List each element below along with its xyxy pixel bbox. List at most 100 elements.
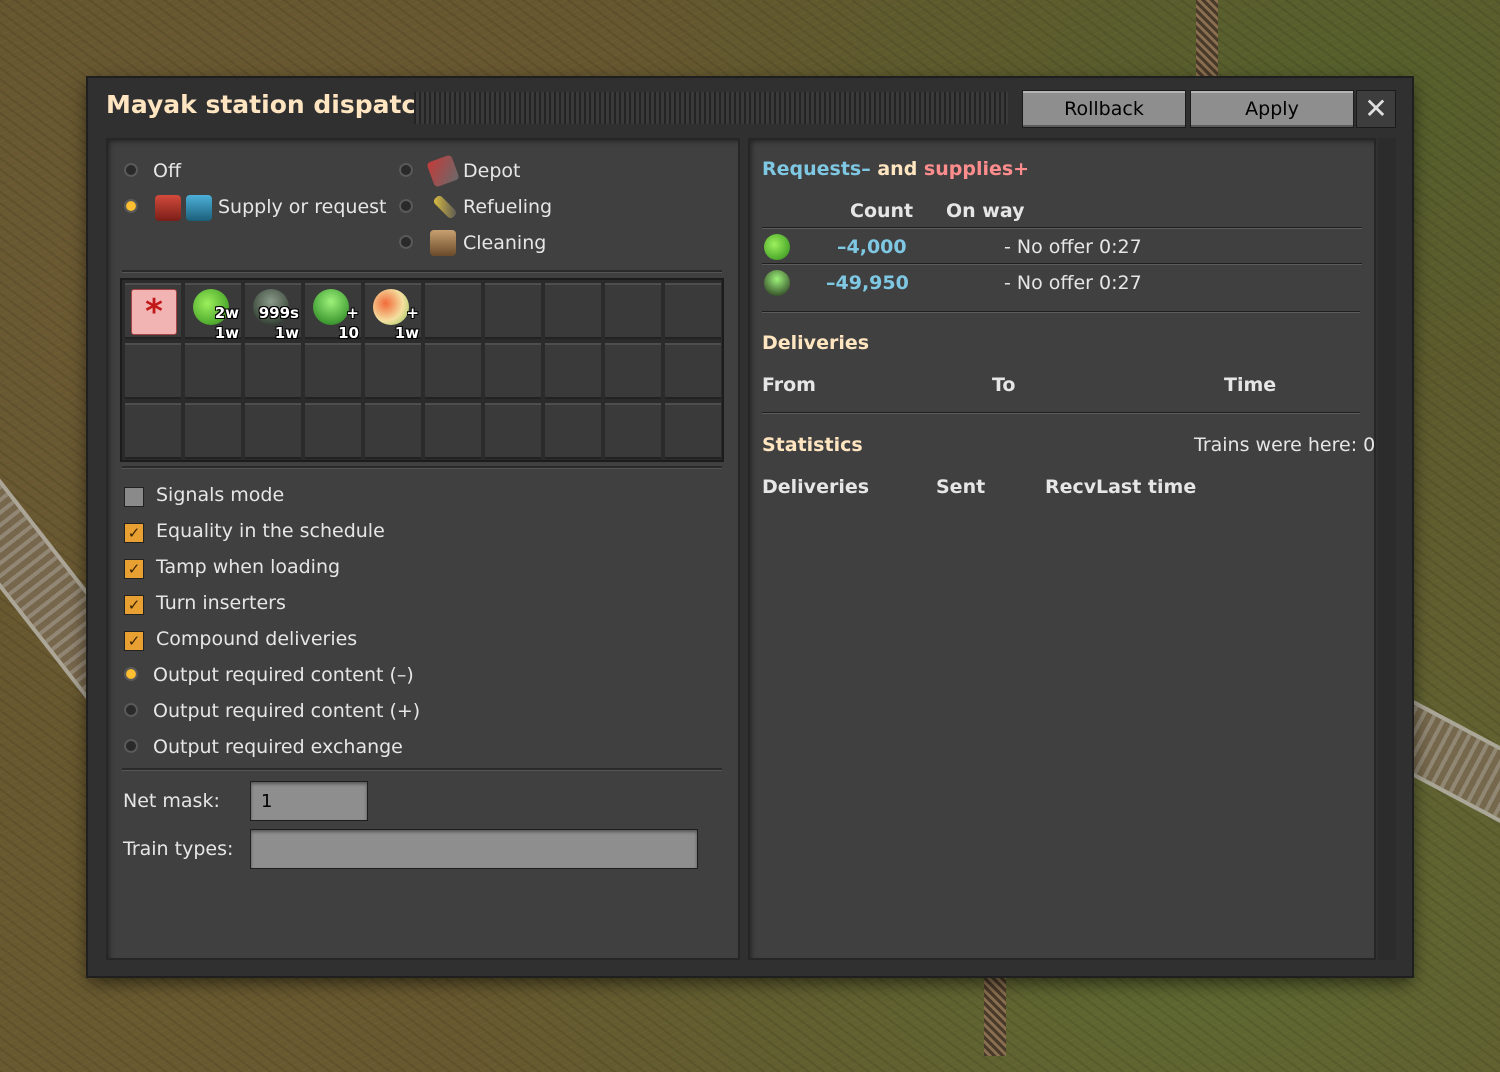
power-pole xyxy=(1196,0,1218,80)
info-panel xyxy=(748,138,1376,960)
supply-chest-icon xyxy=(155,195,181,221)
col-sent: Sent xyxy=(936,476,986,498)
mode-refuel-label: Refueling xyxy=(463,196,553,218)
slot-empty[interactable] xyxy=(485,403,541,459)
net-mask-input[interactable]: 1 xyxy=(250,781,368,821)
slot-empty[interactable] xyxy=(605,403,661,459)
slot-empty[interactable] xyxy=(485,283,541,339)
slot-empty[interactable] xyxy=(665,283,721,339)
train-types-input[interactable] xyxy=(250,829,698,869)
net-mask-label: Net mask: xyxy=(123,790,220,812)
request-onway: - No offer 0:27 xyxy=(1004,236,1142,258)
mode-depot-label: Depot xyxy=(463,160,521,182)
equality-checkbox[interactable]: ✓ xyxy=(124,523,144,543)
compound-label: Compound deliveries xyxy=(156,628,358,650)
output-exchange-label: Output required exchange xyxy=(153,736,403,758)
requests-title-and: and xyxy=(870,158,924,180)
output-plus-label: Output required content (+) xyxy=(153,700,421,722)
slot-bottom-badge: 1w xyxy=(274,324,299,342)
slot-bottom-badge: 10 xyxy=(338,324,359,342)
slot-empty[interactable] xyxy=(305,403,361,459)
slot-top-badge: 2w xyxy=(214,304,239,322)
col-last-time: Last time xyxy=(1096,476,1197,498)
divider xyxy=(122,270,722,273)
barrel-green-icon xyxy=(764,270,790,296)
tamp-checkbox[interactable]: ✓ xyxy=(124,559,144,579)
slot-empty[interactable] xyxy=(605,343,661,399)
slot-empty[interactable] xyxy=(125,403,181,459)
divider xyxy=(762,311,1360,313)
scrollbar[interactable] xyxy=(1378,138,1396,960)
divider xyxy=(122,466,722,469)
slot-4[interactable]: + 10 xyxy=(305,283,361,342)
title-drag-handle[interactable] xyxy=(414,92,1008,124)
mode-supply-label: Supply or request xyxy=(218,196,387,218)
requests-title: Requests– xyxy=(762,158,871,180)
request-count: –49,950 xyxy=(826,272,909,294)
mode-supply-radio[interactable] xyxy=(124,199,138,213)
signals-mode-label: Signals mode xyxy=(156,484,285,506)
slot-empty[interactable] xyxy=(185,403,241,459)
compound-checkbox[interactable]: ✓ xyxy=(124,631,144,651)
mode-depot-radio[interactable] xyxy=(399,163,413,177)
slot-top-badge: + xyxy=(346,304,359,322)
col-onway: On way xyxy=(946,200,1025,222)
output-minus-radio[interactable] xyxy=(124,667,138,681)
mode-off-radio[interactable] xyxy=(124,163,138,177)
close-icon[interactable]: ✕ xyxy=(1356,90,1396,128)
slot-empty[interactable] xyxy=(665,343,721,399)
signals-mode-checkbox[interactable] xyxy=(124,487,144,507)
request-count: –4,000 xyxy=(837,236,907,258)
turn-inserters-label: Turn inserters xyxy=(156,592,286,614)
deliveries-title: Deliveries xyxy=(762,332,870,354)
train-types-label: Train types: xyxy=(123,838,234,860)
power-pole xyxy=(984,976,1006,1056)
slot-empty[interactable] xyxy=(545,403,601,459)
slot-3[interactable]: 999s 1w xyxy=(245,283,301,342)
slot-empty[interactable] xyxy=(605,283,661,339)
green-ore-icon xyxy=(764,234,790,260)
slot-empty[interactable] xyxy=(425,343,481,399)
slot-bottom-badge: 1w xyxy=(214,324,239,342)
col-to: To xyxy=(992,374,1016,396)
rollback-button[interactable]: Rollback xyxy=(1022,90,1186,128)
mode-clean-radio[interactable] xyxy=(399,235,413,249)
mode-refuel-radio[interactable] xyxy=(399,199,413,213)
divider xyxy=(762,263,1362,265)
slot-top-badge: 999s xyxy=(258,304,299,322)
col-from: From xyxy=(762,374,816,396)
slot-empty[interactable] xyxy=(485,343,541,399)
slot-empty[interactable] xyxy=(665,403,721,459)
slot-empty[interactable] xyxy=(245,403,301,459)
slot-empty[interactable] xyxy=(365,403,421,459)
col-time: Time xyxy=(1224,374,1277,396)
divider xyxy=(762,227,1362,229)
slot-empty[interactable] xyxy=(305,343,361,399)
slot-5[interactable]: + 1w xyxy=(365,283,421,342)
slot-2[interactable]: 2w 1w xyxy=(185,283,241,342)
slot-empty[interactable] xyxy=(545,343,601,399)
asterisk-icon: * xyxy=(131,289,177,335)
mixed-ore-icon xyxy=(373,289,409,325)
output-minus-label: Output required content (–) xyxy=(153,664,414,686)
request-chest-icon xyxy=(186,195,212,221)
tamp-label: Tamp when loading xyxy=(156,556,341,578)
output-plus-radio[interactable] xyxy=(124,703,138,717)
col-recv: Recv xyxy=(1045,476,1097,498)
slot-empty[interactable] xyxy=(185,343,241,399)
output-exchange-radio[interactable] xyxy=(124,739,138,753)
turn-inserters-checkbox[interactable]: ✓ xyxy=(124,595,144,615)
slot-empty[interactable] xyxy=(425,283,481,339)
slot-empty[interactable] xyxy=(545,283,601,339)
request-onway: - No offer 0:27 xyxy=(1004,272,1142,294)
mode-off-label: Off xyxy=(153,160,182,182)
slot-empty[interactable] xyxy=(245,343,301,399)
trains-here-text: Trains were here: 0 xyxy=(1194,434,1376,456)
slot-bottom-badge: 1w xyxy=(394,324,419,342)
apply-button[interactable]: Apply xyxy=(1190,90,1354,128)
slot-1[interactable]: * xyxy=(125,283,181,339)
slot-empty[interactable] xyxy=(365,343,421,399)
slot-empty[interactable] xyxy=(425,403,481,459)
col-count: Count xyxy=(850,200,914,222)
slot-empty[interactable] xyxy=(125,343,181,399)
